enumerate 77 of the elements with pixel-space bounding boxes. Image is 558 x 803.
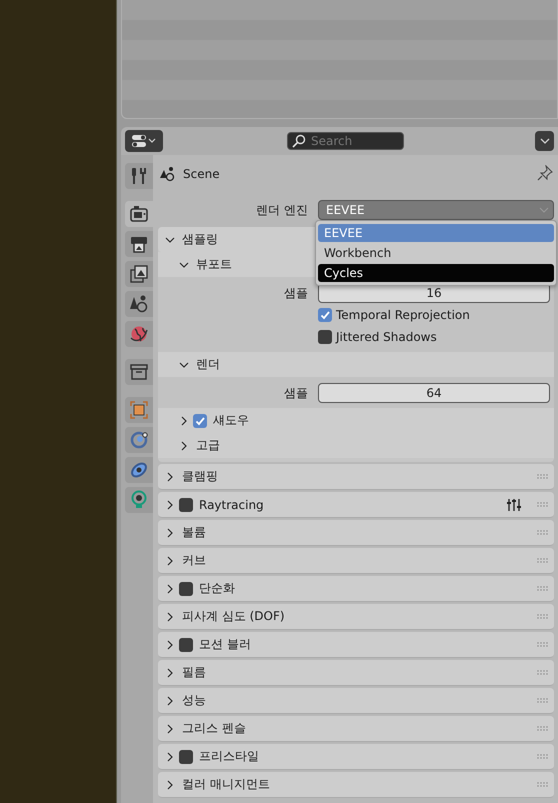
- checkbox-label: Jittered Shadows: [336, 330, 437, 344]
- camera-back-icon: [129, 204, 149, 224]
- toggle-caret-icon: [131, 133, 157, 149]
- panel-title[interactable]: 단순화: [199, 580, 235, 597]
- drag-handle-icon: [537, 530, 548, 535]
- menu-item[interactable]: Workbench: [318, 244, 554, 262]
- drag-handle-icon: [537, 642, 548, 647]
- panel-title[interactable]: 커브: [182, 552, 206, 569]
- checkbox[interactable]: [179, 750, 193, 764]
- search-field[interactable]: Search: [287, 132, 404, 150]
- panel-title[interactable]: 모션 블러: [199, 636, 251, 653]
- scene-icon: [160, 166, 175, 182]
- editor-type-button[interactable]: [125, 130, 163, 152]
- number-field[interactable]: 64: [318, 383, 550, 403]
- properties-tab[interactable]: [125, 321, 153, 347]
- box-icon: [129, 362, 149, 382]
- panel-title[interactable]: 프리스타일: [199, 748, 259, 765]
- options-dropdown-button[interactable]: [535, 131, 554, 151]
- subpanel-title[interactable]: 렌더: [196, 356, 220, 373]
- properties-tab[interactable]: [125, 291, 153, 317]
- square-icon: [129, 400, 149, 420]
- drag-handle-icon: [537, 726, 548, 731]
- drag-handle-icon: [537, 502, 548, 507]
- pin-button[interactable]: [536, 165, 554, 183]
- properties-tab[interactable]: [125, 457, 153, 483]
- panel-title[interactable]: 컬러 매니지먼트: [182, 776, 270, 793]
- sliders-icon: [506, 498, 522, 512]
- panel-title[interactable]: 성능: [182, 692, 206, 709]
- checkbox[interactable]: [193, 414, 207, 428]
- panel-title[interactable]: Raytracing: [199, 498, 264, 512]
- properties-tab[interactable]: [125, 201, 153, 227]
- properties-tab[interactable]: [125, 231, 153, 257]
- field-label: 샘플: [283, 284, 309, 302]
- caret-icon: [540, 138, 550, 144]
- checkbox[interactable]: [318, 308, 332, 322]
- properties-tab[interactable]: [125, 163, 153, 189]
- checkbox[interactable]: [318, 330, 332, 344]
- drag-handle-icon: [537, 782, 548, 787]
- presets-button[interactable]: [506, 498, 522, 512]
- drag-handle-icon: [537, 474, 548, 479]
- drag-handle-icon: [537, 754, 548, 759]
- printer-icon: [129, 234, 149, 254]
- drag-handle-icon: [537, 670, 548, 675]
- field-label: 렌더 엔진: [255, 202, 309, 218]
- panel-title[interactable]: 필름: [182, 664, 206, 681]
- panel-title[interactable]: 피사계 심도 (DOF): [182, 608, 285, 625]
- subpanel-title[interactable]: 섀도우: [213, 412, 249, 429]
- wrench-screwdriver-icon: [129, 166, 149, 186]
- bulb-icon: [129, 490, 149, 510]
- engine-dropdown[interactable]: EEVEE: [318, 200, 554, 220]
- panel-title[interactable]: 그리스 펜슬: [182, 720, 246, 737]
- panel-title[interactable]: 클램핑: [182, 468, 218, 485]
- panel-title[interactable]: 볼륨: [182, 524, 206, 541]
- properties-tab[interactable]: [125, 261, 153, 287]
- image-stack-icon: [129, 264, 149, 284]
- drag-handle-icon: [537, 614, 548, 619]
- ring-icon: [129, 430, 149, 450]
- menu-item[interactable]: EEVEE: [318, 224, 554, 242]
- menu-item[interactable]: Cycles: [318, 264, 554, 282]
- context-label: Scene: [183, 167, 220, 181]
- globe-icon: [129, 324, 149, 344]
- drag-handle-icon: [537, 698, 548, 703]
- checkbox-label: Temporal Reprojection: [336, 308, 470, 322]
- properties-tab[interactable]: [125, 359, 153, 385]
- checkbox[interactable]: [179, 582, 193, 596]
- panel-title[interactable]: 샘플링: [182, 231, 218, 248]
- orbit-icon: [129, 460, 149, 480]
- field-label: 샘플: [283, 384, 309, 402]
- checkbox[interactable]: [179, 638, 193, 652]
- properties-tab[interactable]: [125, 487, 153, 513]
- checkbox[interactable]: [179, 498, 193, 512]
- drag-handle-icon: [537, 586, 548, 591]
- subpanel-title[interactable]: 고급: [196, 437, 220, 454]
- caret-icon: [539, 207, 549, 213]
- subpanel-title[interactable]: 뷰포트: [196, 256, 232, 273]
- drag-handle-icon: [537, 558, 548, 563]
- cone-sphere-icon: [129, 294, 149, 314]
